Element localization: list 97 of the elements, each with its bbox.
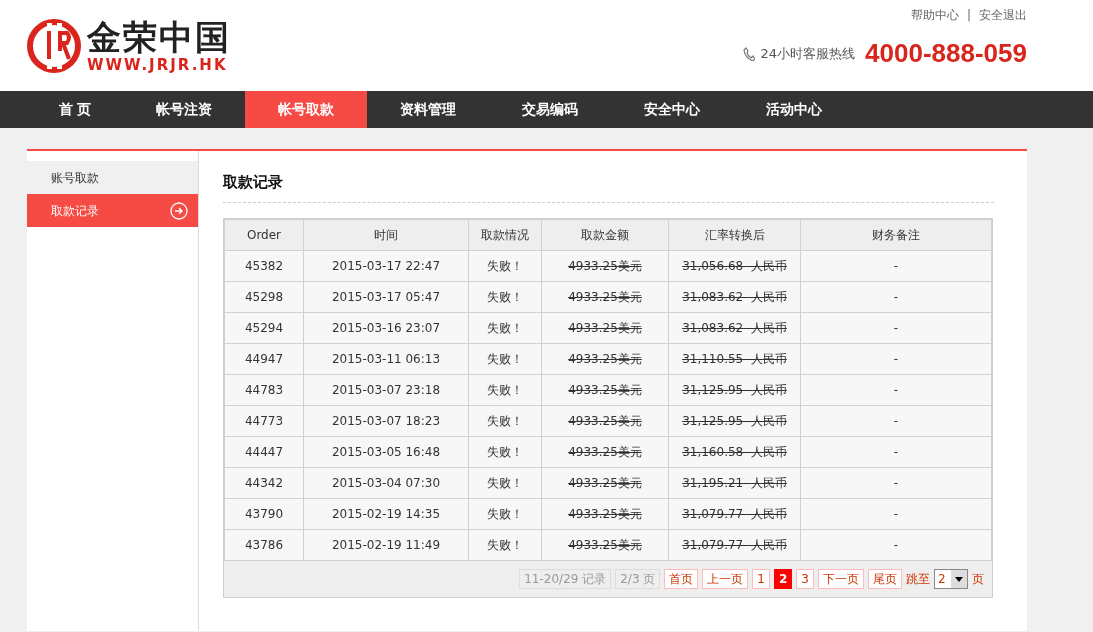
table-cell: 31,125.95 人民币	[668, 405, 801, 436]
table-cell: 2015-03-04 07:30	[303, 467, 469, 498]
pagination-link[interactable]: 尾页	[868, 568, 902, 589]
table-cell: 4933.25美元	[541, 529, 669, 560]
table-cell: 31,195.21 人民币	[668, 467, 801, 498]
table-cell: 4933.25美元	[541, 405, 669, 436]
table-cell: 2015-02-19 11:49	[303, 529, 469, 560]
table-cell: 失败！	[468, 281, 542, 312]
hotline-label: 24小时客服热线	[760, 44, 856, 63]
table-cell: 43790	[224, 498, 304, 529]
column-header: 取款金额	[541, 219, 669, 250]
hotline-number: 4000-888-059	[865, 37, 1027, 70]
table-cell: -	[800, 343, 992, 374]
table-cell: 失败！	[468, 467, 542, 498]
separator: |	[966, 7, 971, 24]
pagination-link[interactable]: 2	[774, 568, 793, 589]
nav-tab[interactable]: 帐号取款	[245, 91, 367, 128]
table-cell: 44773	[224, 405, 304, 436]
header-link[interactable]: 安全退出	[979, 6, 1027, 24]
table-cell: 44947	[224, 343, 304, 374]
pagination-link[interactable]: 1	[752, 568, 770, 589]
table-cell: 43786	[224, 529, 304, 560]
column-header: 取款情况	[468, 219, 542, 250]
table-cell: 4933.25美元	[541, 250, 669, 281]
table-cell: -	[800, 312, 992, 343]
jump-label: 跳至	[906, 570, 930, 588]
table-cell: 4933.25美元	[541, 343, 669, 374]
table-cell: 4933.25美元	[541, 436, 669, 467]
jump-suffix: 页	[972, 570, 984, 588]
table-cell: 失败！	[468, 405, 542, 436]
table-cell: -	[800, 281, 992, 312]
nav-tab[interactable]: 交易编码	[489, 91, 611, 128]
pagination-link[interactable]: 上一页	[702, 568, 749, 589]
table-cell: 2015-02-19 14:35	[303, 498, 469, 529]
table-cell: -	[800, 374, 992, 405]
brand-domain: WWW.JRJR.HK	[87, 55, 229, 74]
table-cell: 失败！	[468, 374, 542, 405]
table-cell: 2015-03-16 23:07	[303, 312, 469, 343]
page-select[interactable]: 2	[934, 568, 968, 589]
table-cell: -	[800, 436, 992, 467]
table-cell: 失败！	[468, 529, 542, 560]
arrow-circle-icon	[170, 201, 188, 220]
nav-tab[interactable]: 帐号注资	[123, 91, 245, 128]
table-cell: -	[800, 498, 992, 529]
table-cell: 2015-03-07 18:23	[303, 405, 469, 436]
table-cell: 31,110.55 人民币	[668, 343, 801, 374]
logo-icon	[27, 18, 81, 73]
column-header: Order	[224, 219, 304, 250]
table-cell: 45294	[224, 312, 304, 343]
table-cell: 31,056.68 人民币	[668, 250, 801, 281]
dropdown-icon	[951, 569, 967, 588]
table-cell: 失败！	[468, 343, 542, 374]
table-cell: 2015-03-17 05:47	[303, 281, 469, 312]
column-header: 时间	[303, 219, 469, 250]
table-cell: 44783	[224, 374, 304, 405]
table-cell: 31,083.62 人民币	[668, 312, 801, 343]
table-cell: -	[800, 467, 992, 498]
table-cell: 4933.25美元	[541, 498, 669, 529]
table-cell: 31,125.95 人民币	[668, 374, 801, 405]
table-cell: 4933.25美元	[541, 312, 669, 343]
table-cell: -	[800, 405, 992, 436]
table-cell: 失败！	[468, 436, 542, 467]
table-cell: 45382	[224, 250, 304, 281]
pagination-link[interactable]: 下一页	[818, 568, 864, 589]
section-title: 取款记录	[223, 171, 994, 203]
table-cell: 2015-03-05 16:48	[303, 436, 469, 467]
brand-name: 金荣中国	[87, 17, 231, 56]
table-cell: 2015-03-17 22:47	[303, 250, 469, 281]
table-cell: -	[800, 529, 992, 560]
header-link[interactable]: 帮助中心	[910, 6, 959, 24]
nav-tab[interactable]: 首 页	[27, 91, 123, 128]
nav-tab[interactable]: 活动中心	[733, 91, 855, 128]
table-cell: 失败！	[468, 312, 542, 343]
table-cell: 31,083.62 人民币	[668, 281, 801, 312]
table-cell: 失败！	[468, 250, 542, 281]
pagination-link[interactable]: 3	[796, 568, 814, 589]
column-header: 财务备注	[800, 219, 992, 250]
table-cell: 45298	[224, 281, 304, 312]
table-cell: 31,079.77 人民币	[668, 529, 801, 560]
table-cell: 4933.25美元	[541, 374, 669, 405]
table-cell: 失败！	[468, 498, 542, 529]
table-cell: 44447	[224, 436, 304, 467]
sidebar-item[interactable]: 取款记录	[27, 194, 198, 227]
table-cell: 4933.25美元	[541, 281, 669, 312]
nav-tab[interactable]: 资料管理	[367, 91, 489, 128]
sidebar-item[interactable]: 账号取款	[27, 161, 198, 194]
table-cell: 4933.25美元	[541, 467, 669, 498]
table-cell: 2015-03-11 06:13	[303, 343, 469, 374]
table-cell: 44342	[224, 467, 304, 498]
phone-icon	[742, 46, 755, 61]
table-cell: 31,079.77 人民币	[668, 498, 801, 529]
nav-tab[interactable]: 安全中心	[611, 91, 733, 128]
column-header: 汇率转换后	[668, 219, 801, 250]
table-cell: 2015-03-07 23:18	[303, 374, 469, 405]
table-cell: -	[800, 250, 992, 281]
table-cell: 31,160.58 人民币	[668, 436, 801, 467]
pagination-link[interactable]: 首页	[664, 568, 699, 589]
